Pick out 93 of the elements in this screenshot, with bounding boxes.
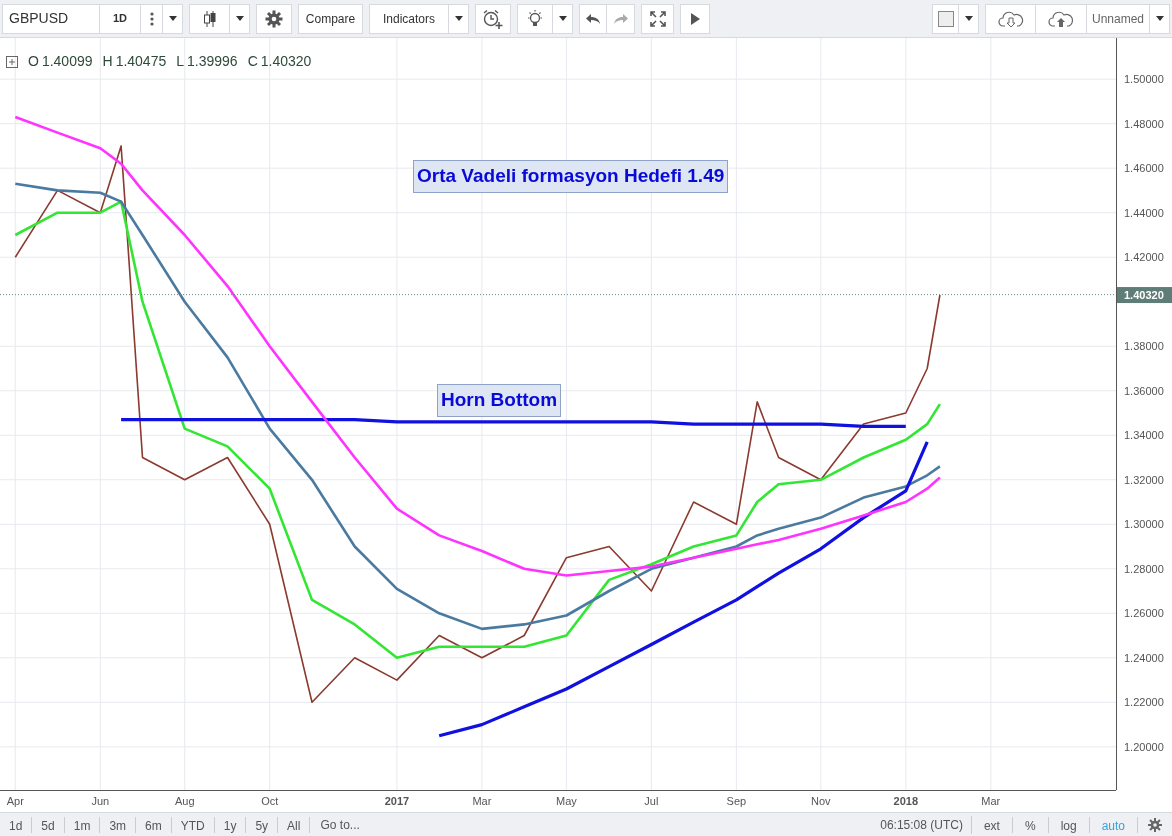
scale-toggle[interactable]: % (1012, 816, 1049, 833)
legend-key: L (176, 51, 185, 72)
fullscreen-icon (649, 10, 666, 27)
cloud-download-icon (997, 9, 1024, 28)
fullscreen-button[interactable] (641, 3, 674, 34)
dropdown-button[interactable] (959, 3, 979, 34)
dropdown-button[interactable] (553, 3, 573, 34)
candlestick-icon (201, 9, 218, 28)
save-button[interactable] (1036, 3, 1087, 34)
alarm-clock-icon (482, 8, 504, 29)
lightbulb-icon (526, 8, 544, 29)
caret-icon (1154, 15, 1165, 22)
settings-icon (1148, 817, 1162, 832)
range-button[interactable]: 5y (246, 816, 279, 833)
compare-button[interactable]: Compare (298, 3, 363, 34)
time-axis-label: Jun (91, 795, 110, 807)
square-icon (937, 10, 954, 27)
time-axis-label: May (556, 795, 577, 807)
play-icon (690, 12, 700, 25)
time-axis-label: Aug (174, 795, 195, 807)
load-button[interactable] (985, 3, 1036, 34)
dropdown-button[interactable] (1150, 3, 1170, 34)
price-axis-label: 1.32000 (1124, 473, 1164, 486)
indicators-button[interactable]: Indicators (369, 3, 449, 34)
range-button[interactable]: YTD (171, 816, 215, 833)
ideas-button[interactable] (517, 3, 553, 34)
scale-toggle[interactable]: log (1048, 816, 1090, 833)
legend-value: 1.40099 (41, 52, 93, 71)
caret-icon (963, 15, 974, 22)
dropdown-button[interactable] (230, 3, 250, 34)
range-button[interactable]: All (278, 816, 311, 833)
text-annotation: Orta Vadeli formasyon Hedefi 1.49 (413, 160, 729, 193)
price-axis-label: 1.20000 (1124, 740, 1164, 753)
range-button[interactable]: 6m (136, 816, 172, 833)
last-price-label: 1.40320 (1117, 287, 1172, 304)
price-axis-label: 1.36000 (1124, 384, 1164, 397)
plus-box-icon (6, 55, 18, 68)
clock-text: 06:15:08 (UTC) (872, 815, 972, 834)
settings-icon (265, 9, 283, 28)
price-axis-label: 1.42000 (1124, 251, 1164, 264)
dropdown-button[interactable] (163, 3, 183, 34)
caret-icon (557, 15, 568, 22)
color-button[interactable] (932, 3, 959, 34)
legend-value: 1.39996 (187, 52, 238, 71)
symbol-field[interactable]: GBPUSD (2, 3, 100, 34)
price-axis-label: 1.38000 (1124, 340, 1164, 353)
time-axis-label: Apr (6, 795, 24, 807)
scale-toggle[interactable]: ext (971, 816, 1013, 833)
play-button[interactable] (680, 3, 710, 34)
alert-button[interactable] (475, 3, 511, 34)
time-axis-label: Jul (644, 795, 659, 807)
price-axis-label: 1.50000 (1124, 73, 1164, 86)
legend-key: C (247, 51, 258, 72)
caret-icon (167, 15, 178, 22)
interval-button[interactable]: 1D (100, 3, 141, 34)
price-axis-label: 1.46000 (1124, 162, 1164, 175)
time-axis-label: Mar (472, 795, 492, 807)
time-axis-label: Mar (981, 795, 1001, 807)
price-axis-label: 1.28000 (1124, 562, 1164, 575)
price-axis-label: 1.24000 (1124, 651, 1164, 664)
range-button[interactable]: 5d (32, 816, 65, 833)
legend-key: O (28, 51, 39, 72)
goto-button[interactable]: Go to... (310, 815, 370, 834)
price-axis-label: 1.22000 (1124, 696, 1164, 709)
settings-button[interactable] (256, 3, 292, 34)
legend-key: H (102, 51, 113, 72)
range-button[interactable]: 3m (100, 816, 137, 833)
price-axis-label: 1.44000 (1124, 206, 1164, 219)
dropdown-button[interactable] (449, 3, 469, 34)
price-axis-label: 1.26000 (1124, 607, 1164, 620)
time-axis-label: Nov (811, 795, 831, 807)
range-button[interactable]: 1m (64, 816, 101, 833)
range-button[interactable]: 1y (214, 816, 247, 833)
price-axis-label: 1.48000 (1124, 117, 1164, 130)
dots-icon (149, 11, 154, 26)
legend-value: 1.40475 (115, 52, 167, 71)
time-axis-label: 2018 (893, 795, 919, 807)
price-axis-label: 1.34000 (1124, 429, 1164, 442)
legend-value: 1.40320 (260, 52, 312, 71)
cloud-upload-icon (1048, 9, 1074, 28)
caret-icon (234, 15, 245, 22)
layout-name-button[interactable]: Unnamed (1087, 3, 1150, 34)
range-button[interactable]: 1d (0, 816, 33, 833)
time-axis-label: Oct (261, 795, 279, 807)
caret-icon (453, 15, 464, 22)
text-annotation: Horn Bottom (437, 384, 562, 417)
undo-icon (585, 12, 601, 25)
undo-button[interactable] (579, 3, 607, 34)
price-axis-label: 1.30000 (1124, 518, 1164, 531)
redo-icon (612, 12, 629, 25)
time-axis-label: Sep (726, 795, 747, 807)
time-axis-label: 2017 (384, 795, 410, 807)
chart-style-button[interactable] (189, 3, 230, 34)
